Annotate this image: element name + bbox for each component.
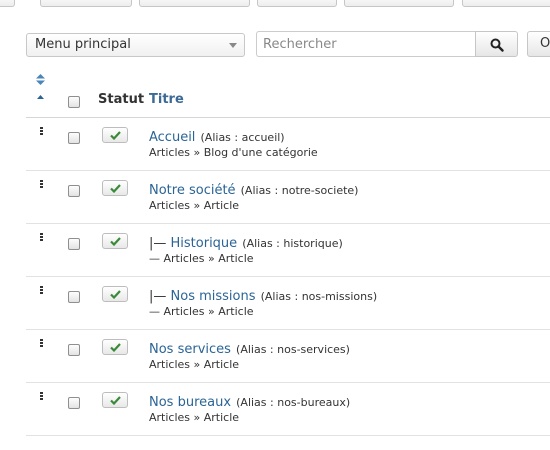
toolbar-button-6[interactable] [462, 0, 550, 7]
item-title-line: |— Nos missions (Alias : nos-missions) [149, 285, 377, 304]
status-column-header[interactable]: Statut [98, 92, 144, 107]
checkmark-icon [110, 237, 121, 246]
search-button[interactable] [475, 31, 518, 57]
menu-filter-select[interactable]: Menu principal [26, 33, 245, 57]
item-title-line: |— Historique (Alias : historique) [149, 232, 343, 251]
search-icon [490, 38, 504, 52]
search-options-label: O [540, 36, 550, 51]
item-alias: (Alias : nos-bureaux) [236, 396, 351, 409]
drag-handle-icon[interactable] [40, 127, 43, 136]
drag-handle-icon[interactable] [40, 180, 43, 189]
drag-handle-icon[interactable] [40, 392, 43, 401]
item-title-line: Nos bureaux (Alias : nos-bureaux) [149, 391, 350, 410]
toolbar-button-1[interactable] [0, 0, 15, 7]
item-alias: (Alias : historique) [242, 237, 343, 250]
item-title-link[interactable]: Nos bureaux [149, 395, 231, 410]
status-toggle-button[interactable] [102, 339, 128, 355]
checkmark-icon [110, 131, 121, 140]
row-checkbox[interactable] [68, 185, 80, 197]
item-alias: (Alias : notre-societe) [240, 184, 359, 197]
toolbar-button-3[interactable] [139, 0, 250, 7]
checkmark-icon [110, 396, 121, 405]
toolbar-button-4[interactable] [257, 0, 337, 7]
item-title-link[interactable]: Notre société [149, 183, 236, 198]
row-checkbox[interactable] [68, 238, 80, 250]
item-type: — Articles » Article [149, 252, 254, 265]
row-divider [26, 276, 550, 277]
sort-ordering-icon[interactable] [35, 74, 46, 102]
item-type: Articles » Article [149, 199, 240, 212]
search-options-button[interactable]: O [527, 31, 550, 57]
drag-handle-icon[interactable] [40, 286, 43, 295]
item-alias: (Alias : accueil) [200, 131, 285, 144]
row-checkbox[interactable] [68, 132, 80, 144]
item-type: Articles » Blog d'une catégorie [149, 146, 318, 159]
item-title-line: Accueil (Alias : accueil) [149, 126, 285, 145]
drag-handle-icon[interactable] [40, 233, 43, 242]
search-input[interactable] [256, 31, 475, 57]
title-column-header[interactable]: Titre [149, 92, 184, 107]
checkmark-icon [110, 343, 121, 352]
item-alias: (Alias : nos-missions) [260, 290, 378, 303]
item-title-line: Notre société (Alias : notre-societe) [149, 179, 358, 198]
level-indent: |— [149, 289, 171, 304]
item-title-link[interactable]: Nos services [149, 342, 231, 357]
menu-filter-value: Menu principal [35, 37, 131, 52]
item-title-link[interactable]: Historique [171, 236, 238, 251]
item-type: Articles » Article [149, 358, 240, 371]
item-title-link[interactable]: Accueil [149, 130, 195, 145]
item-title-line: Nos services (Alias : nos-services) [149, 338, 350, 357]
row-divider [26, 435, 550, 436]
item-alias: (Alias : nos-services) [236, 343, 350, 356]
drag-handle-icon[interactable] [40, 339, 43, 348]
row-checkbox[interactable] [68, 344, 80, 356]
checkmark-icon [110, 290, 121, 299]
row-checkbox[interactable] [68, 291, 80, 303]
row-divider [26, 223, 550, 224]
status-toggle-button[interactable] [102, 127, 128, 143]
row-divider [26, 382, 550, 383]
row-divider [26, 329, 550, 330]
item-type: Articles » Article [149, 411, 240, 424]
toolbar-button-2[interactable] [40, 0, 132, 7]
checkmark-icon [110, 184, 121, 193]
item-title-link[interactable]: Nos missions [171, 289, 256, 304]
toolbar [0, 0, 550, 8]
item-type: — Articles » Article [149, 305, 254, 318]
status-toggle-button[interactable] [102, 286, 128, 302]
status-toggle-button[interactable] [102, 392, 128, 408]
status-toggle-button[interactable] [102, 180, 128, 196]
row-checkbox[interactable] [68, 397, 80, 409]
status-toggle-button[interactable] [102, 233, 128, 249]
level-indent: |— [149, 236, 171, 251]
row-divider [26, 170, 550, 171]
select-all-checkbox[interactable] [68, 96, 80, 108]
table-header-divider [26, 117, 550, 118]
toolbar-button-5[interactable] [344, 0, 454, 7]
chevron-down-icon [229, 43, 237, 48]
